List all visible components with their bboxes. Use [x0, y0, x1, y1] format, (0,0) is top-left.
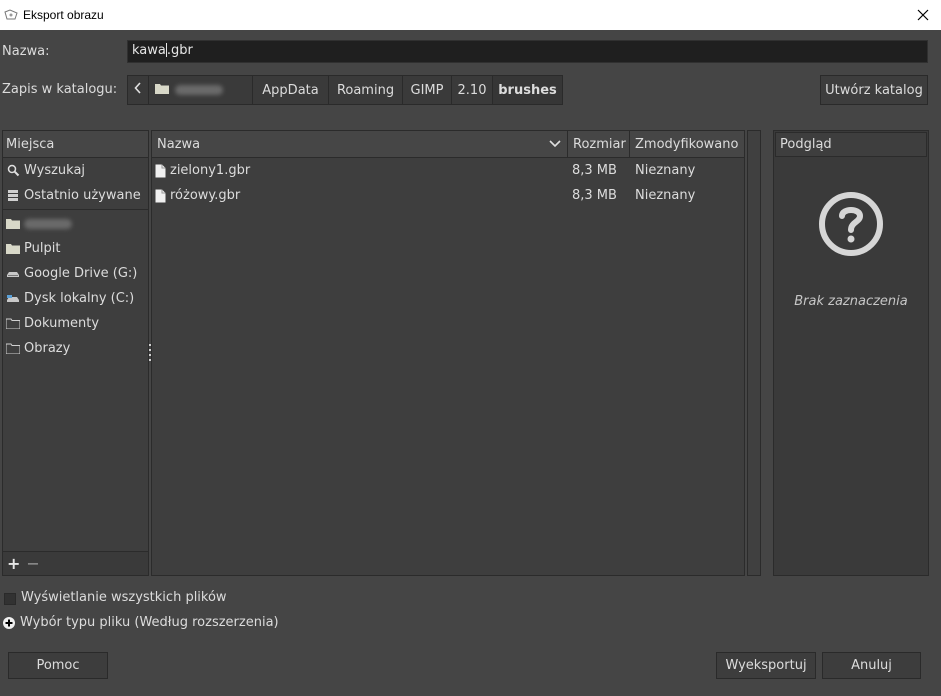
column-modified-label: Zmodyfikowano — [635, 136, 739, 152]
plus-icon — [5, 616, 13, 631]
file-icon — [155, 164, 166, 178]
path-crumb-current[interactable]: brushes — [492, 75, 563, 105]
create-folder-button[interactable]: Utwórz katalog — [820, 75, 928, 105]
place-label: Obrazy — [24, 341, 71, 356]
remove-bookmark-button[interactable]: − — [26, 554, 39, 573]
path-crumb-version[interactable]: 2.10 — [451, 75, 493, 105]
table-row[interactable]: różowy.gbr 8,3 MB Nieznany — [152, 183, 744, 208]
place-label: Google Drive (G:) — [24, 266, 138, 281]
place-pictures[interactable]: Obrazy — [3, 336, 148, 361]
place-google-drive[interactable]: Google Drive (G:) — [3, 261, 148, 286]
preview-header: Podgląd — [775, 132, 927, 157]
recent-icon — [6, 189, 20, 203]
preview-panel: Podgląd Brak zaznaczenia — [773, 130, 929, 576]
help-button[interactable]: Pomoc — [8, 652, 108, 679]
file-modified: Nieznany — [635, 188, 696, 203]
path-crumb-roaming[interactable]: Roaming — [328, 75, 403, 105]
show-all-files-checkbox[interactable] — [4, 593, 16, 605]
redacted-username — [24, 218, 72, 229]
file-list-header: Nazwa Rozmiar Zmodyfikowano — [152, 131, 744, 158]
question-icon — [818, 191, 884, 257]
folder-icon — [6, 242, 20, 256]
column-name-header[interactable]: Nazwa — [152, 131, 568, 157]
folder-icon — [155, 83, 169, 98]
places-footer: + − — [3, 551, 148, 575]
place-label: Pulpit — [24, 241, 61, 256]
path-crumb-home[interactable] — [148, 75, 253, 105]
chevron-down-icon — [549, 137, 561, 152]
preview-empty-text: Brak zaznaczenia — [794, 294, 908, 309]
close-icon[interactable] — [913, 5, 933, 25]
file-modified: Nieznany — [635, 163, 696, 178]
places-header: Miejsca — [3, 131, 148, 158]
file-icon — [155, 189, 166, 203]
path-breadcrumb: AppData Roaming GIMP 2.10 brushes — [127, 75, 563, 105]
filename-text-end: .gbr — [166, 43, 193, 58]
folder-icon — [6, 317, 20, 331]
file-type-expander[interactable] — [3, 617, 15, 629]
file-list-scrollbar[interactable] — [747, 130, 761, 576]
column-size-label: Rozmiar — [573, 136, 626, 152]
place-documents[interactable]: Dokumenty — [3, 311, 148, 336]
drive-icon — [6, 267, 20, 281]
column-name-label: Nazwa — [157, 136, 201, 152]
places-panel: Miejsca Wyszukaj Ostatnio używane Pulpit… — [2, 130, 149, 576]
window-title: Eksport obrazu — [23, 8, 104, 22]
redacted-username — [175, 85, 223, 95]
filename-text-start: kawa — [132, 43, 166, 58]
path-back-button[interactable] — [127, 75, 149, 105]
place-label: Dokumenty — [24, 316, 100, 331]
file-type-label: Wybór typu pliku (Według rozszerzenia) — [20, 615, 279, 630]
cancel-button[interactable]: Anuluj — [822, 652, 921, 679]
place-label: Ostatnio używane — [24, 188, 141, 203]
place-search[interactable]: Wyszukaj — [3, 158, 148, 183]
folder-icon — [6, 342, 20, 356]
file-size: 8,3 MB — [572, 188, 617, 203]
file-size: 8,3 MB — [572, 163, 617, 178]
path-crumb-appdata[interactable]: AppData — [252, 75, 329, 105]
file-name: zielony1.gbr — [170, 163, 251, 178]
place-label: Dysk lokalny (C:) — [24, 291, 135, 306]
search-icon — [6, 164, 20, 178]
place-label: Wyszukaj — [24, 163, 86, 178]
places-separator — [3, 209, 148, 210]
place-home[interactable] — [3, 211, 148, 236]
drive-icon — [6, 292, 20, 306]
path-crumb-gimp[interactable]: GIMP — [402, 75, 452, 105]
preview-header-label: Podgląd — [780, 137, 832, 152]
name-label: Nazwa: — [2, 44, 50, 59]
show-all-files-label: Wyświetlanie wszystkich plików — [21, 590, 227, 605]
table-row[interactable]: zielony1.gbr 8,3 MB Nieznany — [152, 158, 744, 183]
location-label: Zapis w katalogu: — [2, 82, 118, 97]
gimp-app-icon — [4, 8, 18, 22]
file-list: Nazwa Rozmiar Zmodyfikowano zielony1.gbr… — [151, 130, 745, 576]
column-size-header[interactable]: Rozmiar — [568, 131, 630, 157]
filename-input[interactable]: kawa.gbr — [127, 40, 928, 63]
title-bar: Eksport obrazu — [0, 0, 941, 30]
chevron-left-icon — [134, 82, 142, 98]
places-header-label: Miejsca — [6, 136, 55, 152]
export-button[interactable]: Wyeksportuj — [716, 652, 816, 679]
home-folder-icon — [6, 217, 20, 231]
add-bookmark-button[interactable]: + — [7, 554, 20, 573]
file-name: różowy.gbr — [170, 188, 241, 203]
column-modified-header[interactable]: Zmodyfikowano — [630, 131, 744, 157]
place-recent[interactable]: Ostatnio używane — [3, 183, 148, 208]
place-local-disk[interactable]: Dysk lokalny (C:) — [3, 286, 148, 311]
place-desktop[interactable]: Pulpit — [3, 236, 148, 261]
